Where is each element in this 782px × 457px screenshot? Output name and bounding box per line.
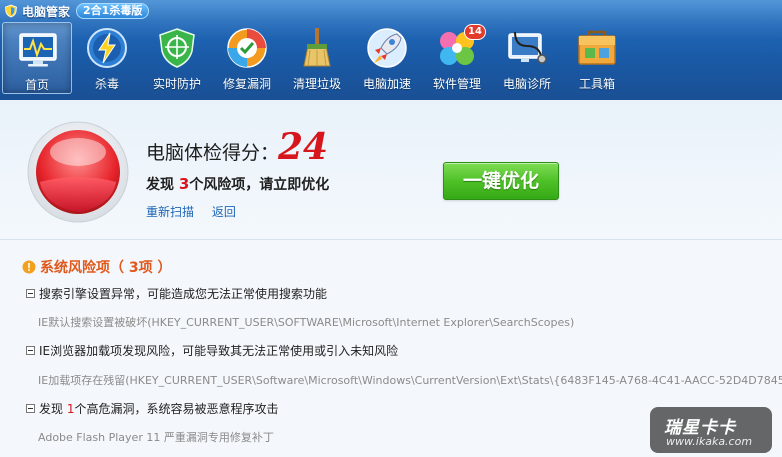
risk-item-title-prefix: 发现 bbox=[39, 402, 67, 416]
tool-software-manager[interactable]: 14 软件管理 bbox=[422, 22, 492, 94]
tool-speed-up-label: 电脑加速 bbox=[362, 77, 411, 91]
tool-clean-junk-label: 清理垃圾 bbox=[292, 77, 341, 91]
risk-summary-suffix: 个风险项，请立即优化 bbox=[189, 177, 330, 193]
tool-pc-clinic[interactable]: 电脑诊所 bbox=[492, 22, 562, 94]
rescan-link[interactable]: 重新扫描 bbox=[146, 205, 194, 219]
score-value: 24 bbox=[278, 126, 329, 168]
tool-clean-junk[interactable]: 清理垃圾 bbox=[282, 22, 352, 94]
score-title: 电脑体检得分： bbox=[146, 142, 280, 164]
tool-realtime-protection-label: 实时防护 bbox=[152, 77, 201, 91]
risk-item-high-risk-vulnerability[interactable]: 发现 1个高危漏洞，系统容易被恶意程序攻击 bbox=[26, 400, 278, 417]
tool-software-manager-label: 软件管理 bbox=[432, 77, 481, 91]
system-risk-section-title: 系统风险项（ 3项 ） bbox=[22, 257, 172, 277]
one-click-optimize-button[interactable]: 一键优化 bbox=[443, 162, 559, 200]
tool-fix-vulnerabilities-label: 修复漏洞 bbox=[222, 77, 271, 91]
tool-toolbox[interactable]: 工具箱 bbox=[562, 22, 632, 94]
toolbox-icon bbox=[578, 30, 616, 65]
risk-summary-prefix: 发现 bbox=[146, 177, 179, 193]
tool-antivirus-label: 杀毒 bbox=[94, 77, 119, 91]
app-name: 电脑管家 bbox=[22, 4, 71, 19]
back-link[interactable]: 返回 bbox=[212, 205, 236, 219]
action-links: 重新扫描 返回 bbox=[146, 203, 250, 220]
tool-speed-up[interactable]: 电脑加速 bbox=[352, 22, 422, 94]
lightning-shield-icon bbox=[87, 28, 127, 68]
risk-item-title: IE浏览器加载项发现风险，可能导致其无法正常使用或引入未知风险 bbox=[39, 344, 399, 358]
green-shield-icon bbox=[159, 28, 195, 68]
tool-toolbox-label: 工具箱 bbox=[578, 77, 615, 91]
monitor-pulse-icon bbox=[19, 33, 57, 67]
patch-disc-icon bbox=[227, 28, 267, 68]
health-score-gauge bbox=[27, 121, 129, 223]
warning-icon bbox=[22, 260, 36, 274]
score-panel: 电脑体检得分： 24 发现 3个风险项，请立即优化 重新扫描 返回 一键优化 bbox=[0, 100, 782, 240]
tool-home-label: 首页 bbox=[24, 78, 49, 92]
watermark: 瑞星卡卡 www.ikaka.com bbox=[650, 407, 772, 453]
risk-summary: 发现 3个风险项，请立即优化 bbox=[146, 174, 329, 194]
risk-item-search-engine[interactable]: 搜索引擎设置异常，可能造成您无法正常使用搜索功能 bbox=[26, 285, 327, 302]
risk-item-title: 搜索引擎设置异常，可能造成您无法正常使用搜索功能 bbox=[39, 287, 328, 301]
edition-badge: 2合1杀毒版 bbox=[76, 3, 150, 19]
title-row: 电脑管家 2合1杀毒版 bbox=[4, 2, 150, 20]
main-toolbar: 首页 杀毒 实时防护 修复漏洞 清理垃圾 电脑加速 14 软件管理 电脑诊所 工… bbox=[2, 22, 632, 96]
risk-item-title-suffix: 个高危漏洞，系统容易被恶意程序攻击 bbox=[74, 402, 279, 416]
tool-pc-clinic-label: 电脑诊所 bbox=[502, 77, 551, 91]
tool-fix-vulnerabilities[interactable]: 修复漏洞 bbox=[212, 22, 282, 94]
collapse-toggle-icon[interactable] bbox=[26, 289, 35, 298]
tool-home[interactable]: 首页 bbox=[2, 22, 72, 94]
collapse-toggle-icon[interactable] bbox=[26, 404, 35, 413]
risk-item-detail: IE加载项存在残留(HKEY_CURRENT_USER\Software\Mic… bbox=[38, 374, 782, 387]
risk-item-title: 发现 1个高危漏洞，系统容易被恶意程序攻击 bbox=[39, 400, 278, 417]
risk-summary-count: 3 bbox=[178, 175, 190, 193]
tool-antivirus[interactable]: 杀毒 bbox=[72, 22, 142, 94]
risk-item-ie-addon[interactable]: IE浏览器加载项发现风险，可能导致其无法正常使用或引入未知风险 bbox=[26, 342, 398, 359]
system-risk-section-label: 系统风险项（ 3项 ） bbox=[40, 260, 172, 276]
watermark-url: www.ikaka.com bbox=[666, 435, 753, 448]
software-update-badge: 14 bbox=[464, 24, 486, 40]
risk-item-detail: IE默认搜索设置被破坏(HKEY_CURRENT_USER\SOFTWARE\M… bbox=[38, 316, 575, 329]
collapse-toggle-icon[interactable] bbox=[26, 346, 35, 355]
risk-item-detail: Adobe Flash Player 11 严重漏洞专用修复补丁 bbox=[38, 431, 274, 444]
top-bar: 电脑管家 2合1杀毒版 首页 杀毒 实时防护 修复漏洞 清理垃圾 电脑加速 14… bbox=[0, 0, 782, 100]
stethoscope-icon bbox=[508, 31, 547, 64]
tool-realtime-protection[interactable]: 实时防护 bbox=[142, 22, 212, 94]
app-logo-icon bbox=[5, 4, 17, 18]
rocket-icon bbox=[367, 28, 407, 68]
broom-icon bbox=[303, 28, 331, 67]
